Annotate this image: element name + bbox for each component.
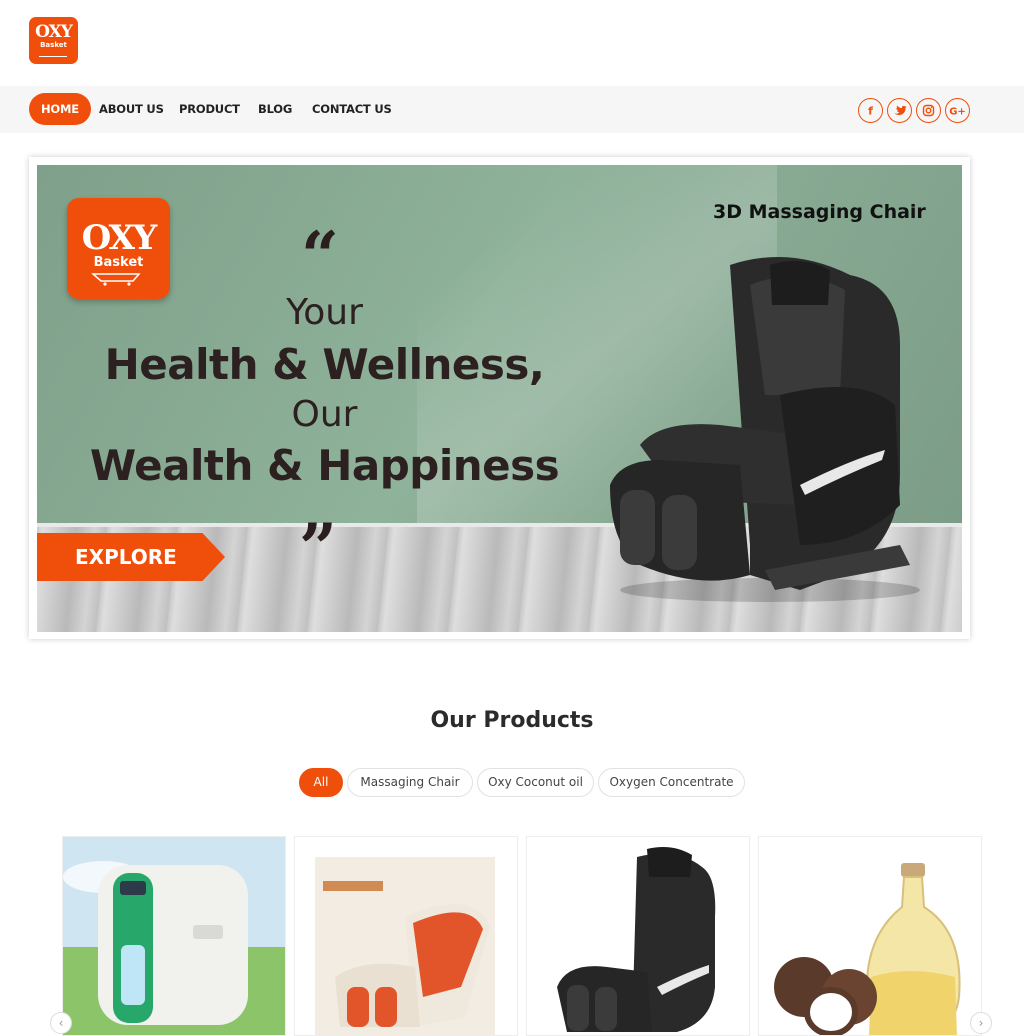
quote-open-mark: “	[301, 217, 339, 295]
cart-icon	[90, 273, 141, 286]
google-plus-glyph: G+	[949, 107, 966, 118]
logo-subtext: Basket	[40, 41, 67, 49]
coconut-oil-image	[759, 837, 981, 1035]
products-section-title: Our Products	[430, 708, 594, 733]
banner-logo-text: OXY	[81, 218, 158, 258]
massage-chair-orange-image	[295, 837, 517, 1035]
filter-all[interactable]: All	[299, 768, 343, 797]
facebook-glyph: f	[868, 105, 873, 118]
massage-chair-black-image	[527, 837, 749, 1035]
product-card-massage-chair-black[interactable]	[526, 836, 750, 1036]
logo-text: OXY	[35, 22, 73, 42]
twitter-glyph	[894, 105, 907, 115]
oxygen-concentrator-image	[63, 837, 285, 1035]
banner-logo-subtext: Basket	[93, 255, 144, 270]
massage-chair-image	[610, 257, 920, 602]
quote-close-mark: ”	[299, 509, 337, 587]
hero-banner[interactable]: OXY Basket “ Your Health & Wellness, Our…	[37, 165, 962, 632]
product-card-massage-chair-orange[interactable]	[294, 836, 518, 1036]
svg-text:f: f	[868, 105, 873, 118]
nav-home[interactable]: HOME	[29, 93, 91, 125]
nav-blog[interactable]: BLOG	[258, 93, 292, 125]
instagram-icon[interactable]	[916, 98, 941, 123]
nav-about-us[interactable]: ABOUT US	[99, 93, 164, 125]
instagram-glyph	[922, 104, 935, 117]
chevron-right-icon[interactable]: ›	[970, 1012, 992, 1034]
svg-text:G+: G+	[949, 107, 966, 118]
hero-banner-frame: OXY Basket “ Your Health & Wellness, Our…	[29, 157, 970, 639]
nav-contact-us[interactable]: CONTACT US	[312, 93, 392, 125]
banner-product-title: 3D Massaging Chair	[713, 201, 926, 223]
headline-line-2: Health & Wellness,	[104, 340, 545, 389]
explore-button[interactable]: EXPLORE	[37, 533, 225, 581]
banner-logo: OXY Basket	[67, 198, 170, 299]
product-card-coconut-oil[interactable]	[758, 836, 982, 1036]
filter-oxygen-concentrate[interactable]: Oxygen Concentrate	[598, 768, 745, 797]
filter-oxy-coconut-oil[interactable]: Oxy Coconut oil	[477, 768, 594, 797]
product-card-oxygen-concentrator[interactable]	[62, 836, 286, 1036]
cart-icon	[39, 56, 67, 59]
chevron-left-icon[interactable]: ‹	[50, 1012, 72, 1034]
twitter-icon[interactable]	[887, 98, 912, 123]
headline-line-4: Wealth & Happiness	[89, 441, 560, 490]
google-plus-icon[interactable]: G+	[945, 98, 970, 123]
filter-massaging-chair[interactable]: Massaging Chair	[347, 768, 473, 797]
headline-line-1: Your	[286, 292, 363, 333]
main-navbar: HOME ABOUT US PRODUCT BLOG CONTACT US f …	[0, 86, 1024, 133]
headline-line-3: Our	[291, 394, 358, 435]
site-logo[interactable]: OXY Basket	[29, 17, 78, 64]
facebook-icon[interactable]: f	[858, 98, 883, 123]
nav-product[interactable]: PRODUCT	[179, 93, 240, 125]
